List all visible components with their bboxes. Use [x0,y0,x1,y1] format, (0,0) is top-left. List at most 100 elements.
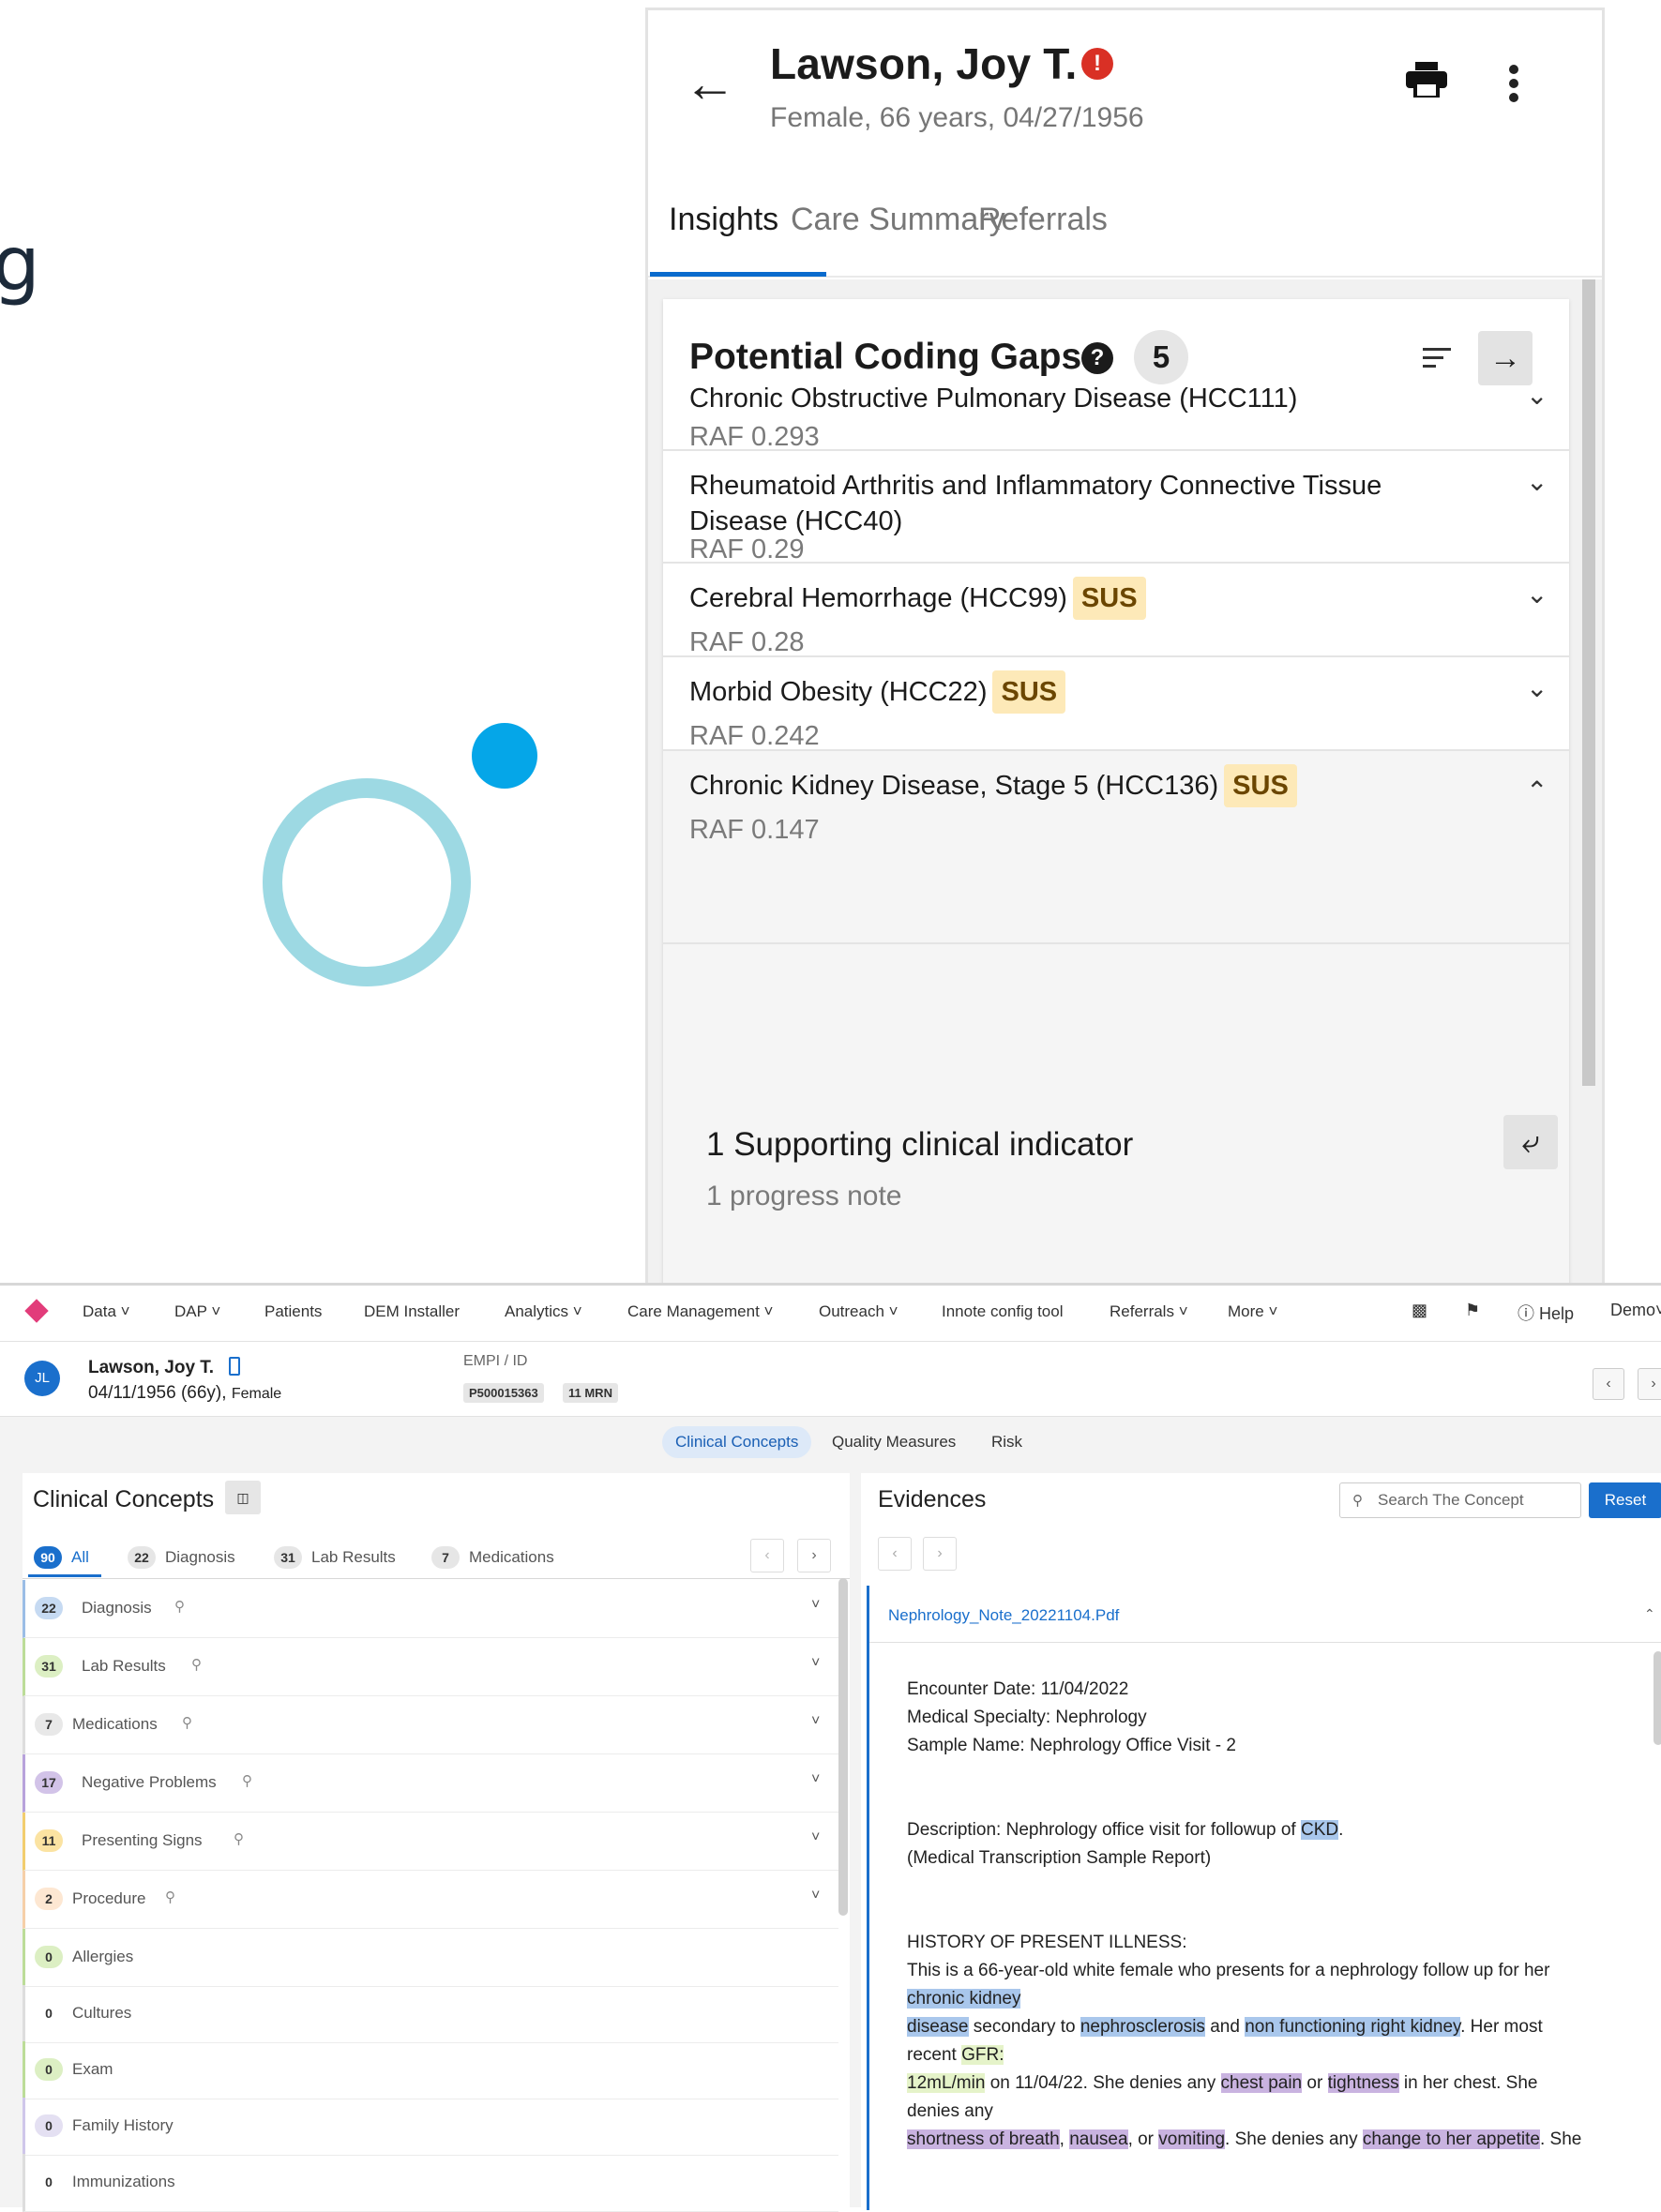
chat-icon[interactable]: ▩ [1412,1301,1427,1320]
search-icon[interactable]: ⚲ [242,1772,252,1789]
split-view-icon[interactable]: ◫ [225,1481,261,1514]
tab-insights[interactable]: Insights [669,184,778,278]
scrollbar[interactable] [1653,1651,1661,1745]
search-icon[interactable]: ⚲ [234,1830,244,1847]
count-badge: 0 [35,2058,63,2081]
highlight-negative[interactable]: shortness of breath [907,2129,1060,2149]
user-menu[interactable]: Demo˅ [1610,1301,1661,1320]
chevron-down-icon[interactable]: ⌄ [1526,466,1548,497]
filter-next-button[interactable]: › [797,1539,831,1572]
alert-icon[interactable]: ! [1081,48,1113,80]
concept-category-row[interactable]: 7 Medications ⚲ ˅ [23,1696,838,1754]
highlight-negative[interactable]: vomiting [1158,2129,1226,2149]
coding-gap-item[interactable]: Morbid Obesity (HCC22) SUS RAF 0.242 ⌄ [663,657,1569,751]
filter-diagnosis[interactable]: 22 Diagnosis [128,1546,235,1569]
highlight-negative[interactable]: change to her appetite [1362,2129,1540,2149]
concept-category-row[interactable]: 2 Procedure ⚲ ˅ [23,1871,838,1929]
coding-gap-item[interactable]: Cerebral Hemorrhage (HCC99) SUS RAF 0.28 … [663,564,1569,657]
chevron-down-icon[interactable]: ˅ [811,1713,820,1730]
document-link[interactable]: Nephrology_Note_20221104.Pdf [888,1606,1119,1625]
highlight-negative[interactable]: tightness [1327,2073,1399,2093]
app-logo[interactable] [24,1299,49,1323]
search-icon[interactable]: ⚲ [174,1598,185,1615]
chevron-down-icon[interactable]: ⌄ [1526,380,1548,411]
evidence-prev-button[interactable]: ‹ [878,1537,912,1571]
highlight-negative[interactable]: chest pain [1220,2073,1303,2093]
concept-category-row[interactable]: 0 Allergies [23,1929,838,1987]
highlight-diagnosis[interactable]: nephrosclerosis [1080,2017,1205,2037]
doc-text: recent [907,2045,962,2065]
filter-prev-button[interactable]: ‹ [750,1539,784,1572]
reply-icon[interactable]: ⤶ [1503,1115,1558,1169]
highlight-diagnosis[interactable]: disease [907,2017,969,2037]
highlight-lab[interactable]: GFR: [961,2045,1004,2065]
concept-category-row[interactable]: 22 Diagnosis ⚲ ˅ [23,1580,838,1638]
scrollbar[interactable] [838,1578,848,1916]
reset-button[interactable]: Reset [1589,1482,1661,1518]
search-icon[interactable]: ⚲ [182,1714,192,1731]
chevron-down-icon[interactable]: ⌄ [1526,672,1548,703]
concept-category-row[interactable]: 0 Cultures [23,1985,838,2043]
highlight-diagnosis[interactable]: CKD [1300,1820,1339,1840]
coding-gap-item[interactable]: Rheumatoid Arthritis and Inflammatory Co… [663,451,1569,564]
coding-gap-item[interactable]: Chronic Obstructive Pulmonary Disease (H… [663,365,1569,452]
nav-label: Analytics [505,1302,569,1320]
search-input[interactable]: Search The Concept [1339,1482,1581,1518]
scrollbar[interactable] [1582,279,1595,1086]
nav-dap[interactable]: DAP ˅ [174,1302,220,1321]
tab-referrals[interactable]: Referrals [978,184,1108,278]
chevron-down-icon[interactable]: ⌄ [1526,579,1548,609]
count-badge: 2 [35,1888,63,1910]
nav-care-management[interactable]: Care Management ˅ [627,1302,773,1321]
highlight-negative[interactable]: nausea [1069,2129,1128,2149]
filter-lab-results[interactable]: 31 Lab Results [274,1546,396,1569]
tab-care-summary[interactable]: Care Summary [791,184,1005,278]
concept-category-row[interactable]: 0 Family History [23,2098,838,2156]
back-arrow-icon[interactable]: ← [684,55,736,112]
chevron-down-icon[interactable]: ˅ [811,1597,820,1614]
active-tab-indicator [650,272,826,277]
nav-innote-config[interactable]: Innote config tool [942,1302,1063,1321]
tab-quality-measures[interactable]: Quality Measures [819,1426,969,1458]
search-icon[interactable]: ⚲ [165,1888,175,1905]
evidence-next-button[interactable]: › [923,1537,957,1571]
mrn-tag[interactable]: 11 MRN [563,1383,618,1403]
nav-referrals[interactable]: Referrals ˅ [1110,1302,1188,1321]
concept-category-row[interactable]: 0 Immunizations [23,2154,838,2212]
next-patient-button[interactable]: › [1638,1368,1661,1400]
chevron-up-icon[interactable]: ⌃ [1644,1606,1655,1622]
chevron-up-icon[interactable]: ⌃ [1526,775,1548,806]
chevron-down-icon[interactable]: ˅ [811,1888,820,1904]
concept-category-row[interactable]: 31 Lab Results ⚲ ˅ [23,1638,838,1696]
filter-all[interactable]: 90 All [34,1546,89,1569]
gap-title: Cerebral Hemorrhage (HCC99) [689,583,1067,613]
highlight-diagnosis[interactable]: non functioning right kidney [1245,2017,1461,2037]
help-link[interactable]: ⓘ Help [1518,1301,1574,1325]
nav-patients[interactable]: Patients [264,1302,322,1321]
nav-more[interactable]: More ˅ [1228,1302,1277,1321]
concept-category-row[interactable]: 17 Negative Problems ⚲ ˅ [23,1754,838,1813]
chevron-down-icon[interactable]: ˅ [811,1655,820,1672]
highlight-lab[interactable]: 12mL/min [907,2073,986,2093]
more-options-icon[interactable] [1509,65,1520,102]
search-icon[interactable]: ⚲ [191,1656,202,1673]
chevron-down-icon[interactable]: ˅ [811,1829,820,1846]
bell-icon[interactable]: ⚑ [1465,1301,1480,1320]
filter-medications[interactable]: 7 Medications [431,1546,554,1569]
nav-analytics[interactable]: Analytics ˅ [505,1302,582,1321]
concept-category-row[interactable]: 11 Presenting Signs ⚲ ˅ [23,1813,838,1871]
nav-data[interactable]: Data ˅ [83,1302,130,1321]
highlight-diagnosis[interactable]: chronic kidney [907,1989,1021,2009]
tab-risk[interactable]: Risk [978,1426,1035,1458]
print-icon[interactable] [1406,62,1447,99]
concept-category-row[interactable]: 0 Exam [23,2041,838,2099]
count-badge: 22 [35,1597,63,1619]
tab-clinical-concepts[interactable]: Clinical Concepts [662,1426,812,1458]
chevron-down-icon: ˅ [1178,1302,1188,1320]
chevron-down-icon[interactable]: ˅ [811,1771,820,1788]
nav-outreach[interactable]: Outreach ˅ [819,1302,898,1321]
previous-patient-button[interactable]: ‹ [1593,1368,1624,1400]
gap-title-row: Chronic Kidney Disease, Stage 5 (HCC136)… [689,764,1440,807]
nav-dem-installer[interactable]: DEM Installer [364,1302,460,1321]
concept-label: Medications [72,1715,158,1733]
